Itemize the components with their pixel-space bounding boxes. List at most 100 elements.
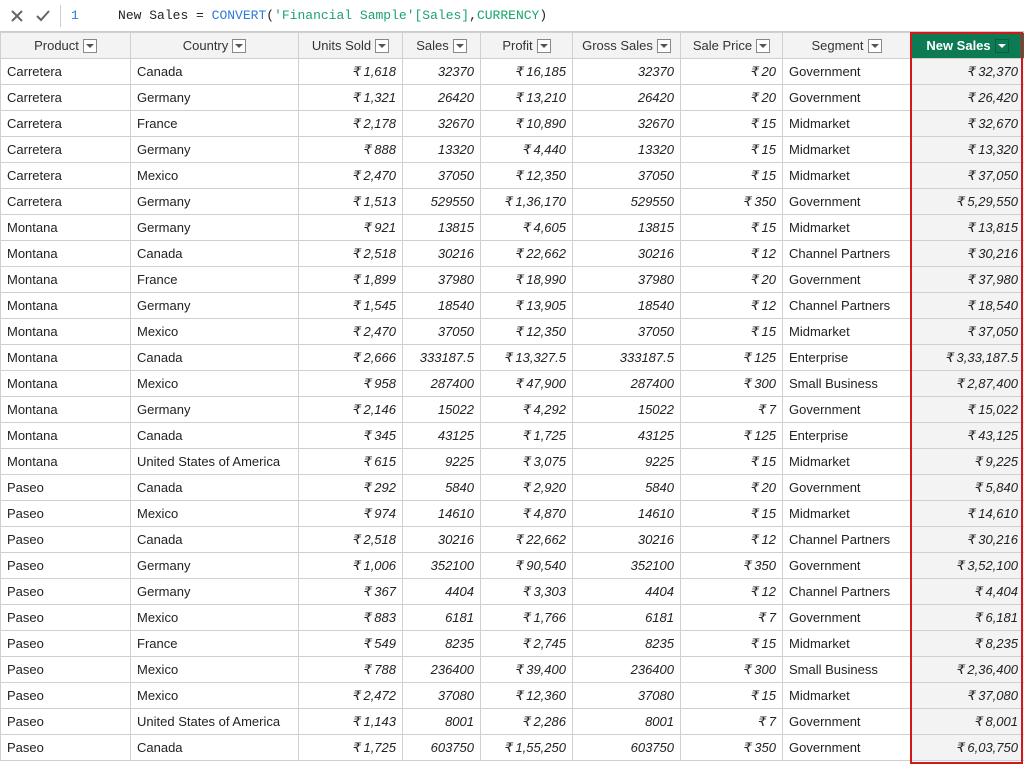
cell-sales[interactable]: 13320 [403, 137, 481, 163]
cell-sale-price[interactable]: ₹ 15 [681, 449, 783, 475]
table-row[interactable]: MontanaGermany₹ 2,14615022₹ 4,29215022₹ … [1, 397, 1024, 423]
cancel-formula-button[interactable] [6, 5, 28, 27]
cell-profit[interactable]: ₹ 4,292 [481, 397, 573, 423]
cell-new-sales[interactable]: ₹ 3,33,187.5 [911, 345, 1024, 371]
cell-segment[interactable]: Channel Partners [783, 579, 911, 605]
cell-gross-sales[interactable]: 32370 [573, 59, 681, 85]
cell-segment[interactable]: Government [783, 189, 911, 215]
cell-new-sales[interactable]: ₹ 5,840 [911, 475, 1024, 501]
cell-new-sales[interactable]: ₹ 32,370 [911, 59, 1024, 85]
cell-segment[interactable]: Enterprise [783, 345, 911, 371]
cell-product[interactable]: Montana [1, 293, 131, 319]
table-row[interactable]: CarreteraGermany₹ 88813320₹ 4,44013320₹ … [1, 137, 1024, 163]
cell-country[interactable]: Canada [131, 475, 299, 501]
cell-product[interactable]: Montana [1, 215, 131, 241]
cell-units-sold[interactable]: ₹ 1,899 [299, 267, 403, 293]
cell-units-sold[interactable]: ₹ 788 [299, 657, 403, 683]
cell-profit[interactable]: ₹ 4,440 [481, 137, 573, 163]
cell-country[interactable]: United States of America [131, 449, 299, 475]
cell-units-sold[interactable]: ₹ 1,618 [299, 59, 403, 85]
cell-profit[interactable]: ₹ 12,350 [481, 163, 573, 189]
filter-button-new-sales[interactable] [995, 39, 1009, 53]
cell-units-sold[interactable]: ₹ 2,470 [299, 163, 403, 189]
cell-sales[interactable]: 37050 [403, 163, 481, 189]
cell-product[interactable]: Paseo [1, 501, 131, 527]
cell-gross-sales[interactable]: 8001 [573, 709, 681, 735]
cell-segment[interactable]: Small Business [783, 657, 911, 683]
table-row[interactable]: MontanaFrance₹ 1,89937980₹ 18,99037980₹ … [1, 267, 1024, 293]
cell-sales[interactable]: 43125 [403, 423, 481, 449]
cell-segment[interactable]: Government [783, 553, 911, 579]
cell-segment[interactable]: Channel Partners [783, 241, 911, 267]
cell-country[interactable]: Mexico [131, 605, 299, 631]
table-row[interactable]: MontanaUnited States of America₹ 6159225… [1, 449, 1024, 475]
cell-gross-sales[interactable]: 333187.5 [573, 345, 681, 371]
cell-country[interactable]: Germany [131, 85, 299, 111]
cell-new-sales[interactable]: ₹ 6,03,750 [911, 735, 1024, 761]
cell-sale-price[interactable]: ₹ 12 [681, 293, 783, 319]
cell-sale-price[interactable]: ₹ 12 [681, 579, 783, 605]
table-row[interactable]: PaseoUnited States of America₹ 1,1438001… [1, 709, 1024, 735]
cell-product[interactable]: Paseo [1, 709, 131, 735]
cell-new-sales[interactable]: ₹ 37,080 [911, 683, 1024, 709]
cell-new-sales[interactable]: ₹ 26,420 [911, 85, 1024, 111]
cell-segment[interactable]: Government [783, 85, 911, 111]
cell-new-sales[interactable]: ₹ 30,216 [911, 241, 1024, 267]
cell-profit[interactable]: ₹ 13,905 [481, 293, 573, 319]
cell-gross-sales[interactable]: 13320 [573, 137, 681, 163]
cell-segment[interactable]: Enterprise [783, 423, 911, 449]
cell-sale-price[interactable]: ₹ 350 [681, 189, 783, 215]
cell-profit[interactable]: ₹ 10,890 [481, 111, 573, 137]
filter-button-sales[interactable] [453, 39, 467, 53]
table-row[interactable]: CarreteraCanada₹ 1,61832370₹ 16,18532370… [1, 59, 1024, 85]
cell-profit[interactable]: ₹ 2,286 [481, 709, 573, 735]
cell-sales[interactable]: 236400 [403, 657, 481, 683]
header-segment[interactable]: Segment [783, 33, 911, 59]
cell-sales[interactable]: 32370 [403, 59, 481, 85]
header-profit[interactable]: Profit [481, 33, 573, 59]
filter-button-product[interactable] [83, 39, 97, 53]
header-new-sales[interactable]: New Sales [911, 33, 1024, 59]
cell-profit[interactable]: ₹ 1,36,170 [481, 189, 573, 215]
cell-units-sold[interactable]: ₹ 615 [299, 449, 403, 475]
cell-gross-sales[interactable]: 14610 [573, 501, 681, 527]
cell-country[interactable]: France [131, 267, 299, 293]
table-row[interactable]: MontanaGermany₹ 92113815₹ 4,60513815₹ 15… [1, 215, 1024, 241]
header-units-sold[interactable]: Units Sold [299, 33, 403, 59]
cell-segment[interactable]: Government [783, 59, 911, 85]
cell-profit[interactable]: ₹ 12,360 [481, 683, 573, 709]
table-row[interactable]: MontanaMexico₹ 958287400₹ 47,900287400₹ … [1, 371, 1024, 397]
cell-gross-sales[interactable]: 5840 [573, 475, 681, 501]
cell-product[interactable]: Paseo [1, 657, 131, 683]
cell-sales[interactable]: 5840 [403, 475, 481, 501]
cell-sale-price[interactable]: ₹ 15 [681, 319, 783, 345]
cell-sales[interactable]: 287400 [403, 371, 481, 397]
cell-new-sales[interactable]: ₹ 37,980 [911, 267, 1024, 293]
cell-profit[interactable]: ₹ 3,303 [481, 579, 573, 605]
cell-new-sales[interactable]: ₹ 8,235 [911, 631, 1024, 657]
header-sale-price[interactable]: Sale Price [681, 33, 783, 59]
header-sales[interactable]: Sales [403, 33, 481, 59]
cell-sale-price[interactable]: ₹ 7 [681, 397, 783, 423]
cell-gross-sales[interactable]: 603750 [573, 735, 681, 761]
cell-product[interactable]: Montana [1, 371, 131, 397]
cell-units-sold[interactable]: ₹ 921 [299, 215, 403, 241]
table-row[interactable]: PaseoCanada₹ 2925840₹ 2,9205840₹ 20Gover… [1, 475, 1024, 501]
cell-product[interactable]: Paseo [1, 735, 131, 761]
cell-country[interactable]: Germany [131, 397, 299, 423]
cell-sale-price[interactable]: ₹ 20 [681, 267, 783, 293]
table-row[interactable]: CarreteraMexico₹ 2,47037050₹ 12,35037050… [1, 163, 1024, 189]
cell-units-sold[interactable]: ₹ 958 [299, 371, 403, 397]
cell-country[interactable]: Mexico [131, 163, 299, 189]
cell-country[interactable]: Mexico [131, 683, 299, 709]
cell-product[interactable]: Paseo [1, 605, 131, 631]
cell-segment[interactable]: Midmarket [783, 137, 911, 163]
cell-segment[interactable]: Government [783, 475, 911, 501]
cell-gross-sales[interactable]: 6181 [573, 605, 681, 631]
cell-product[interactable]: Paseo [1, 579, 131, 605]
table-row[interactable]: PaseoGermany₹ 3674404₹ 3,3034404₹ 12Chan… [1, 579, 1024, 605]
cell-new-sales[interactable]: ₹ 37,050 [911, 319, 1024, 345]
cell-country[interactable]: Mexico [131, 319, 299, 345]
cell-profit[interactable]: ₹ 1,766 [481, 605, 573, 631]
cell-profit[interactable]: ₹ 12,350 [481, 319, 573, 345]
